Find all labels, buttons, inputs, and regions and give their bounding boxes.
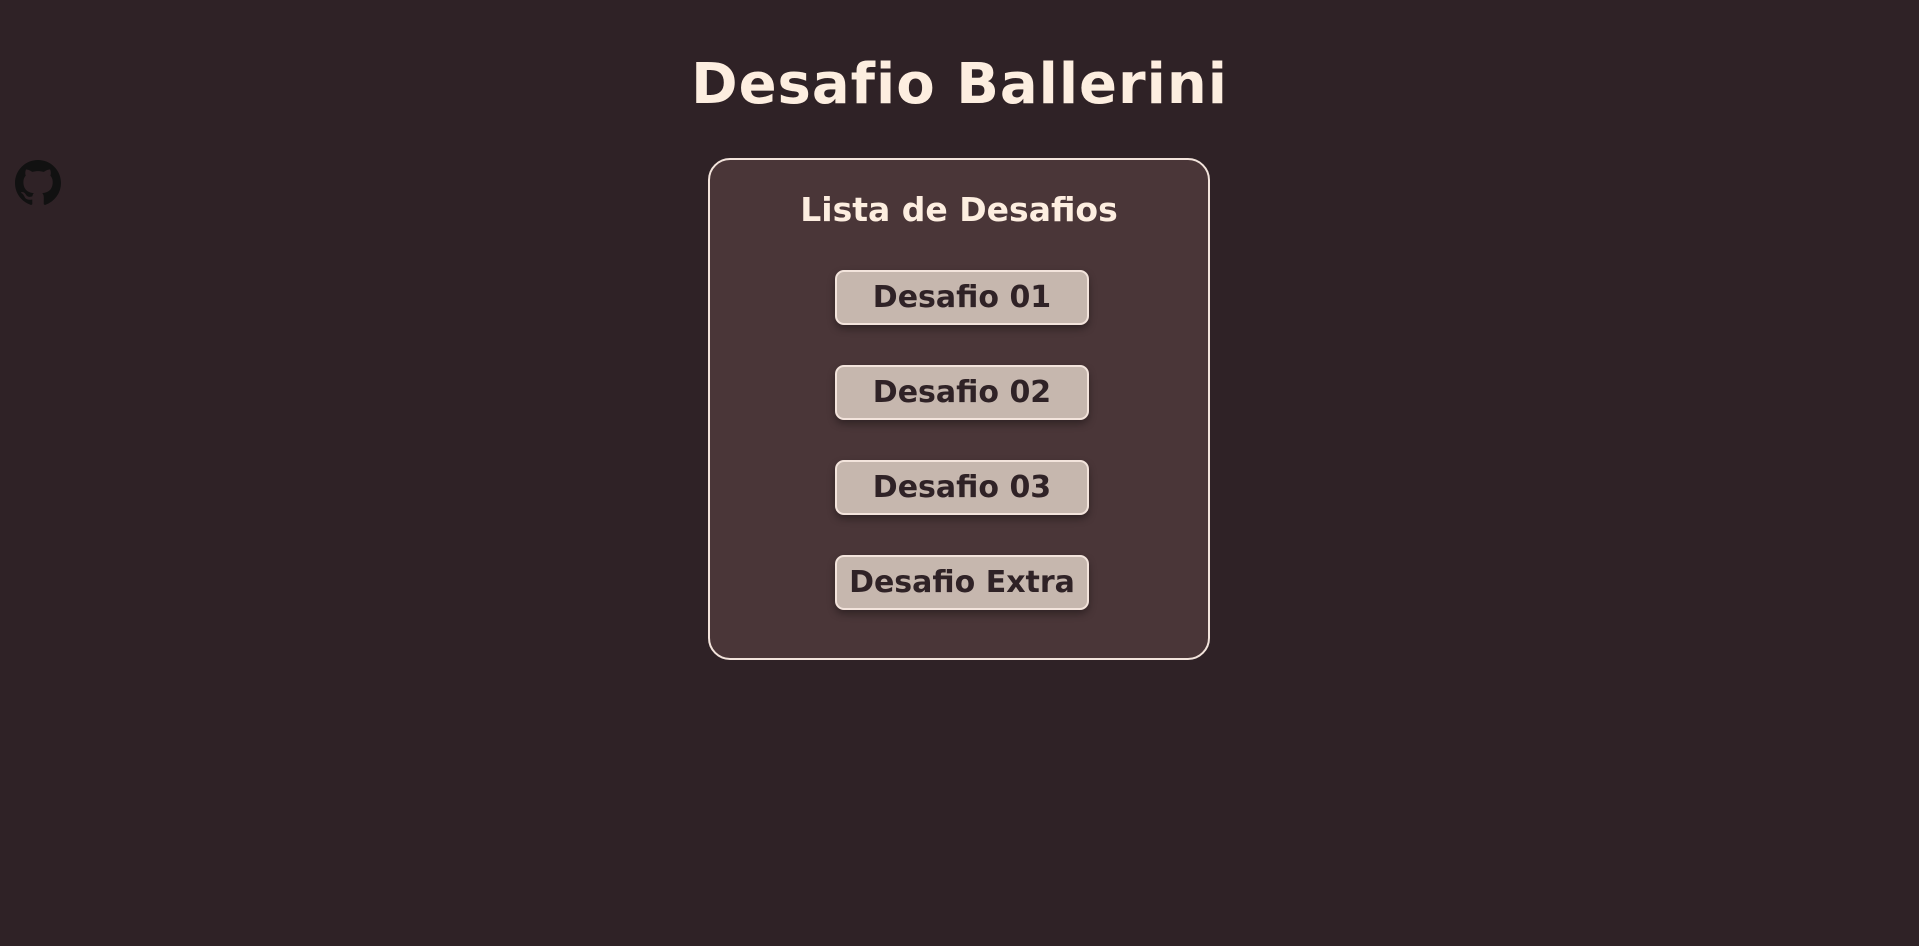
desafio-02-button[interactable]: Desafio 02 bbox=[835, 365, 1089, 420]
desafio-extra-button[interactable]: Desafio Extra bbox=[835, 555, 1089, 610]
github-icon bbox=[15, 160, 61, 205]
desafio-03-button[interactable]: Desafio 03 bbox=[835, 460, 1089, 515]
list-item: Desafio 03 bbox=[710, 460, 1208, 555]
challenge-list-card: Lista de Desafios Desafio 01 Desafio 02 … bbox=[708, 158, 1210, 660]
list-item: Desafio 02 bbox=[710, 365, 1208, 460]
list-item: Desafio 01 bbox=[710, 270, 1208, 365]
github-link[interactable] bbox=[15, 160, 61, 206]
desafio-01-button[interactable]: Desafio 01 bbox=[835, 270, 1089, 325]
card-title: Lista de Desafios bbox=[800, 190, 1118, 229]
page-title: Desafio Ballerini bbox=[691, 52, 1228, 117]
challenge-list: Desafio 01 Desafio 02 Desafio 03 Desafio… bbox=[710, 270, 1208, 650]
list-item: Desafio Extra bbox=[710, 555, 1208, 650]
